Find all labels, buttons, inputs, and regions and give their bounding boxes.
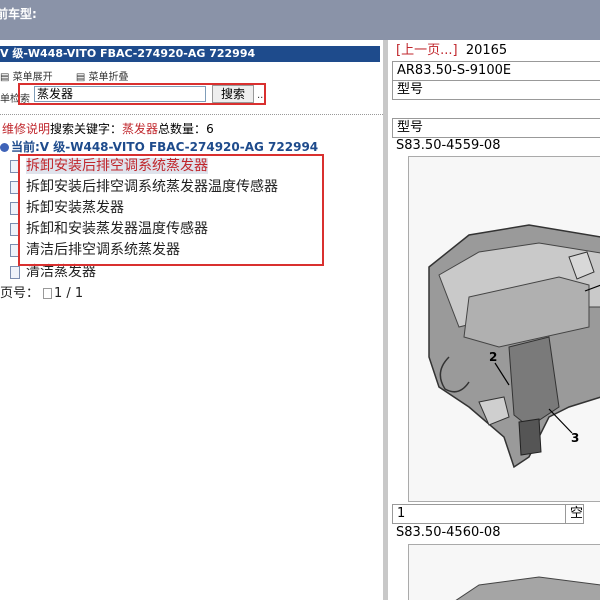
- keyword-summary: 维修说明搜索关键字：蒸发器总数量：6: [2, 122, 214, 136]
- search-highlight-frame: [18, 83, 266, 105]
- doc-code: AR83.50-S-9100E: [392, 61, 600, 81]
- callout-2: 2: [489, 350, 497, 364]
- current-path[interactable]: 当前:V 级-W448-VITO FBAC-274920-AG 722994: [0, 138, 318, 155]
- prev-page-link[interactable]: [上一页...]: [396, 43, 458, 58]
- pager: 页号： 1 / 1: [0, 286, 84, 301]
- menu-toggle-row: ▤ 菜单展开 ▤ 菜单折叠: [0, 68, 148, 83]
- left-panel: V 级-W448-VITO FBAC-274920-AG 722994 ▤ 菜单…: [0, 40, 383, 600]
- callout-3: 3: [571, 431, 579, 445]
- figure-caption: S83.50-4560-08: [396, 525, 501, 540]
- top-bar-title: 前车型:: [0, 7, 37, 21]
- prev-page-row: [上一页...] 20165: [396, 43, 508, 58]
- document-icon: [10, 265, 20, 279]
- page-icon: [43, 288, 53, 299]
- page-number[interactable]: 1 / 1: [54, 286, 83, 301]
- second-illustration: [409, 545, 600, 600]
- collapse-menu-link[interactable]: ▤ 菜单折叠: [76, 72, 139, 83]
- vehicle-header: V 级-W448-VITO FBAC-274920-AG 722994: [0, 46, 380, 62]
- expand-menu-link[interactable]: ▤ 菜单展开: [0, 72, 63, 83]
- evaporator-diagram: 2 3: [408, 156, 600, 502]
- globe-icon: [0, 143, 9, 152]
- table-row: 1 空: [392, 504, 584, 524]
- evaporator-illustration: 2 3: [409, 157, 600, 501]
- figure-caption: S83.50-4559-08: [396, 138, 501, 153]
- divider: [0, 114, 383, 115]
- top-bar: 前车型:: [0, 0, 600, 40]
- right-panel: [上一页...] 20165 AR83.50-S-9100E 型号 型号 S83…: [388, 40, 600, 600]
- results-highlight-frame: [18, 154, 324, 266]
- model-label: 型号: [392, 118, 600, 138]
- model-label: 型号: [392, 80, 600, 100]
- second-diagram: [408, 544, 600, 600]
